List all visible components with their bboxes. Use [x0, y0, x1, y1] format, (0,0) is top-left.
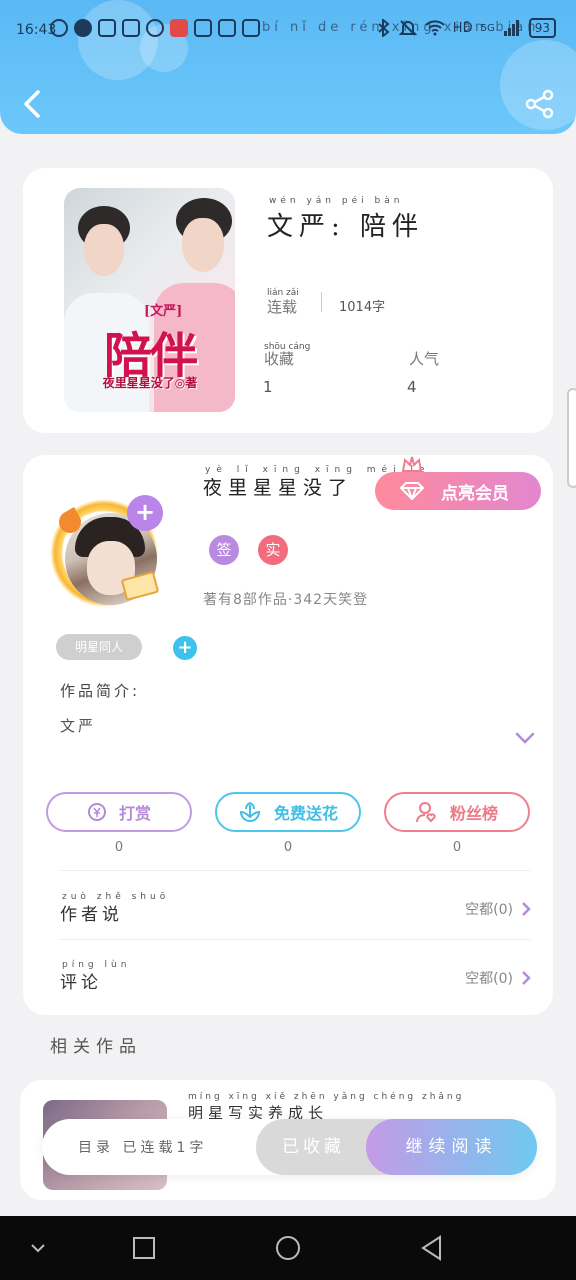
flower-label: 免费送花 [273, 804, 338, 823]
back-button[interactable] [18, 88, 46, 120]
qq-icon [74, 19, 92, 37]
home-icon[interactable] [274, 1234, 302, 1262]
author-stats: 著有8部作品·342天笑登 [203, 592, 369, 608]
vip-member-button[interactable]: 点亮会员 [375, 472, 541, 510]
intro-text: 文严 [60, 717, 97, 735]
cover-face [84, 224, 124, 276]
collapse-chevron-icon[interactable] [24, 1234, 52, 1262]
send-flower-button[interactable]: 免费送花 [215, 792, 361, 832]
comments-meta: 空都(0) [465, 968, 531, 988]
word-count: 1014字 [339, 300, 386, 315]
divider [60, 939, 530, 940]
collect-value: 1 [263, 378, 273, 396]
status-right: HD 5G 93 [377, 18, 556, 38]
tip-count: 0 [114, 840, 124, 855]
catalog-status[interactable]: 目录 已连载1字 [78, 1137, 207, 1157]
divider [60, 870, 530, 871]
author-card: + yè lǐ xīng xīng méi le 夜里星星没了 点亮会员 签 实… [23, 455, 553, 1015]
image-icon [218, 19, 236, 37]
intro-label: 作品简介: [60, 682, 141, 700]
related-works-title: 相关作品 [50, 1037, 142, 1057]
author-says-meta: 空都(0) [465, 899, 531, 919]
cover-author: 夜里星星没了◎著 [102, 376, 198, 390]
divider [321, 292, 322, 312]
status-bar: 16:43 bí nǐ de rén xǐng xiān biàn HD 5G … [0, 14, 576, 46]
related-pinyin: míng xīng xiě zhēn yǎng chéng zhǎng [188, 1092, 465, 1102]
share-button[interactable] [524, 88, 556, 120]
genre-tag[interactable]: 明星同人 [56, 634, 142, 660]
recent-apps-icon[interactable] [130, 1234, 158, 1262]
k-app-icon [50, 19, 68, 37]
app-badge-icon [170, 19, 188, 37]
fans-ranking-button[interactable]: 粉丝榜 [384, 792, 530, 832]
tip-label: 打赏 [118, 804, 151, 823]
fans-count: 0 [452, 840, 462, 855]
book-title: 文严: 陪伴 [267, 212, 425, 242]
bluetooth-icon [378, 19, 390, 37]
follow-button[interactable]: + [127, 495, 163, 531]
cover-face [182, 218, 224, 272]
wifi-icon [425, 20, 445, 36]
user-heart-icon [415, 802, 436, 823]
continue-reading-button[interactable]: 继续阅读 [366, 1119, 537, 1175]
author-says-count: 空都(0) [465, 902, 513, 918]
vip-button-label: 点亮会员 [441, 483, 509, 504]
crown-icon [401, 456, 423, 472]
chevron-right-icon [522, 971, 531, 985]
side-drawer-handle[interactable] [567, 388, 576, 488]
note-icon [194, 19, 212, 37]
top-header: 16:43 bí nǐ de rén xǐng xiān biàn HD 5G … [0, 0, 576, 134]
serial-status: 连载 [267, 298, 298, 316]
book-cover[interactable]: [文严] 陪伴 夜里星星没了◎著 [64, 188, 235, 412]
coin-icon [87, 803, 106, 821]
comments-label: 评论 [60, 973, 102, 993]
network-type: HD [452, 20, 473, 36]
game-icon [98, 19, 116, 37]
system-nav-bar [0, 1216, 576, 1280]
add-tag-button[interactable]: + [173, 636, 197, 660]
collect-label: 收藏 [264, 350, 295, 368]
author-name: 夜里星星没了 [203, 477, 354, 499]
notification-icons [50, 19, 260, 37]
trash-icon [242, 19, 260, 37]
message-icon [146, 19, 164, 37]
diamond-icon [399, 482, 425, 500]
flower-count: 0 [283, 840, 293, 855]
expand-chevron-icon[interactable] [515, 731, 535, 745]
chevron-right-icon [522, 902, 531, 916]
game-icon [122, 19, 140, 37]
title-pinyin: wén yán péi bàn [269, 196, 404, 206]
popularity-value: 4 [407, 378, 417, 396]
signal-icon [503, 20, 519, 36]
battery-indicator: 93 [528, 18, 556, 38]
popularity-label: 人气 [409, 350, 440, 368]
bottom-action-bar: 目录 已连载1字 已收藏 继续阅读 [42, 1119, 537, 1175]
fans-label: 粉丝榜 [449, 804, 498, 823]
flower-icon [239, 801, 260, 823]
book-info-card: [文严] 陪伴 夜里星星没了◎著 wén yán péi bàn 文严: 陪伴 … [23, 168, 553, 433]
author-says-label: 作者说 [60, 905, 123, 925]
mute-icon [398, 20, 417, 36]
tip-button[interactable]: 打赏 [46, 792, 192, 832]
comments-count: 空都(0) [465, 971, 513, 987]
verified-badge: 实 [258, 535, 288, 565]
back-nav-icon[interactable] [418, 1234, 446, 1262]
signal-type: 5G [480, 22, 495, 34]
signed-badge: 签 [209, 535, 239, 565]
